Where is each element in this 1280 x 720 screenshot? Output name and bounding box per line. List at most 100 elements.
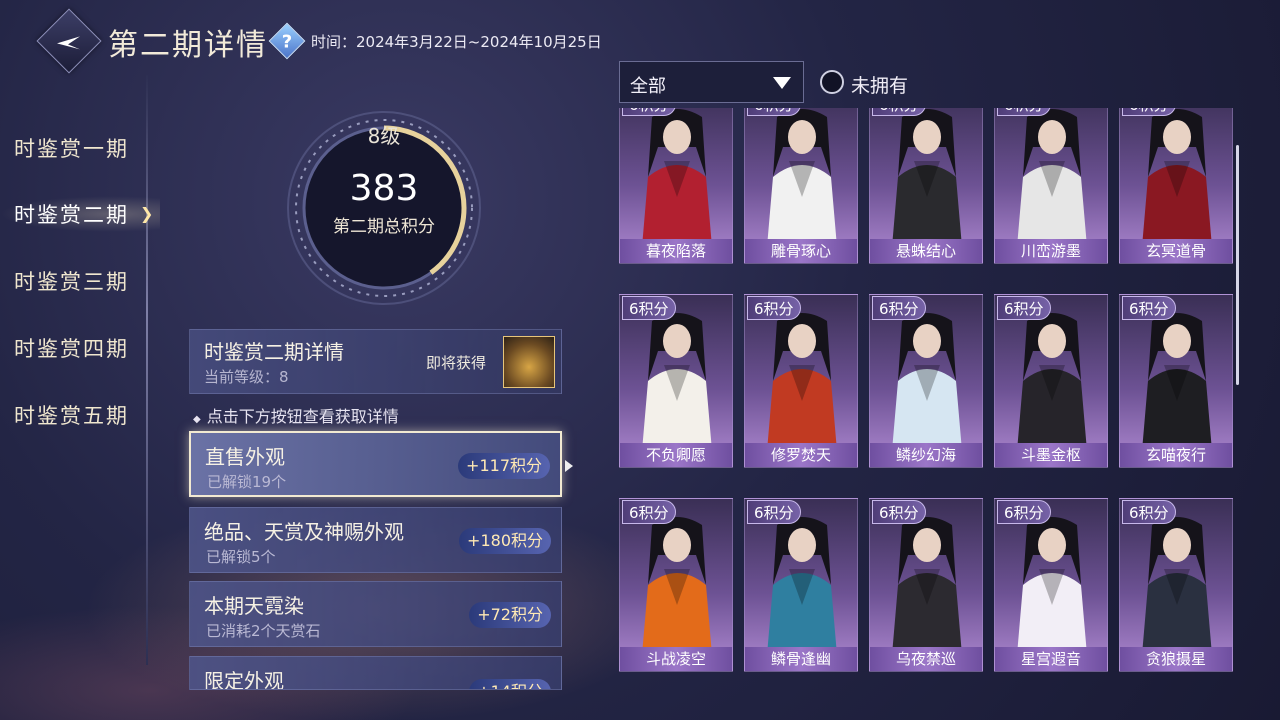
category-dropdown[interactable]: 全部 (619, 61, 804, 103)
upcoming-reward-item[interactable] (503, 336, 555, 388)
help-button[interactable]: ? (268, 22, 306, 60)
points-badge: 6积分 (997, 500, 1051, 524)
source-row-limited[interactable]: 限定外观 +14积分 (189, 656, 562, 690)
points-badge: 6积分 (747, 500, 801, 524)
outfit-card[interactable]: 6积分修罗焚天 (744, 294, 858, 468)
outfit-card[interactable]: 6积分不负卿愿 (619, 294, 733, 468)
row-points: +117积分 (458, 453, 550, 479)
total-score-label: 第二期总积分 (333, 217, 435, 237)
source-row-dye[interactable]: 本期天霓染 已消耗2个天赏石 +72积分 (189, 581, 562, 647)
points-badge: 6积分 (622, 108, 676, 116)
question-icon: ? (281, 31, 293, 53)
outfit-figure (767, 313, 837, 451)
outfit-card[interactable]: 6积分斗墨金枢 (994, 294, 1108, 468)
outfit-figure (892, 517, 962, 655)
back-button[interactable] (36, 8, 102, 74)
outfit-grid: 6积分暮夜陷落6积分雕骨琢心6积分悬蛛结心6积分川峦游墨6积分玄冥道骨6积分不负… (619, 108, 1239, 690)
row-title: 限定外观 (204, 669, 284, 690)
outfit-name: 暮夜陷落 (620, 239, 732, 263)
tab-divider (146, 75, 148, 665)
outfit-name: 乌夜禁巡 (870, 647, 982, 671)
tab-period-2[interactable]: 时鉴赏二期 (14, 199, 129, 229)
outfit-name: 贪狼摄星 (1120, 647, 1232, 671)
outfit-figure (1017, 109, 1087, 247)
page-title: 第二期详情 (108, 28, 268, 63)
outfit-figure (642, 517, 712, 655)
row-points: +72积分 (469, 602, 551, 628)
tab-period-3[interactable]: 时鉴赏三期 (14, 266, 129, 296)
event-period: 时间：2024年3月22日~2024年10月25日 (311, 33, 602, 51)
upcoming-reward-label: 即将获得 (426, 354, 487, 372)
outfit-figure (1017, 313, 1087, 451)
total-score: 383 (349, 168, 419, 209)
outfit-figure (767, 517, 837, 655)
outfit-figure (1142, 517, 1212, 655)
outfit-name: 鳞骨逢幽 (745, 647, 857, 671)
outfit-name: 鳞纱幻海 (870, 443, 982, 467)
outfit-name: 斗墨金枢 (995, 443, 1107, 467)
detail-title: 时鉴赏二期详情 (204, 340, 344, 364)
row-points: +14积分 (469, 679, 551, 689)
points-badge: 6积分 (1122, 108, 1176, 116)
outfit-card[interactable]: 6积分川峦游墨 (994, 108, 1108, 264)
grid-scrollbar[interactable] (1236, 145, 1239, 385)
not-owned-radio[interactable] (820, 70, 844, 94)
outfit-name: 星宫遐音 (995, 647, 1107, 671)
outfit-name: 玄冥道骨 (1120, 239, 1232, 263)
tab-period-1[interactable]: 时鉴赏一期 (14, 133, 129, 163)
outfit-figure (892, 313, 962, 451)
outfit-card[interactable]: 6积分悬蛛结心 (869, 108, 983, 264)
outfit-name: 不负卿愿 (620, 443, 732, 467)
points-badge: 6积分 (997, 296, 1051, 320)
outfit-name: 川峦游墨 (995, 239, 1107, 263)
tab-period-5[interactable]: 时鉴赏五期 (14, 400, 129, 430)
row-subtitle: 已解锁19个 (207, 473, 287, 491)
outfit-card[interactable]: 6积分雕骨琢心 (744, 108, 858, 264)
outfit-card[interactable]: 6积分斗战凌空 (619, 498, 733, 672)
hint-text: ◆ 点击下方按钮查看获取详情 (193, 407, 399, 426)
row-points: +180积分 (459, 528, 551, 554)
outfit-name: 修罗焚天 (745, 443, 857, 467)
points-badge: 6积分 (747, 108, 801, 116)
outfit-card[interactable]: 6积分玄冥道骨 (1119, 108, 1233, 264)
back-arrow-icon (57, 36, 80, 50)
chevron-down-icon (773, 77, 791, 89)
outfit-name: 雕骨琢心 (745, 239, 857, 263)
outfit-figure (1142, 313, 1212, 451)
outfit-name: 悬蛛结心 (870, 239, 982, 263)
outfit-figure (1017, 517, 1087, 655)
period-detail-panel[interactable]: 时鉴赏二期详情 当前等级：8 即将获得 (189, 329, 562, 394)
row-title: 绝品、天赏及神赐外观 (204, 520, 404, 544)
source-row-direct-sale[interactable]: 直售外观 已解锁19个 +117积分 (189, 431, 562, 497)
outfit-card[interactable]: 6积分暮夜陷落 (619, 108, 733, 264)
points-badge: 6积分 (997, 108, 1051, 116)
outfit-figure (642, 109, 712, 247)
outfit-card[interactable]: 6积分 玄喵夜行 (1119, 294, 1233, 468)
outfit-card[interactable]: 6积分 贪狼摄星 (1119, 498, 1233, 672)
diamond-bullet-icon: ◆ (193, 414, 201, 425)
outfit-name: 斗战凌空 (620, 647, 732, 671)
outfit-figure (642, 313, 712, 451)
points-badge: 6积分 (1122, 296, 1176, 320)
outfit-card[interactable]: 6积分鳞纱幻海 (869, 294, 983, 468)
points-badge: 6积分 (622, 296, 676, 320)
dropdown-value: 全部 (630, 76, 666, 97)
points-badge: 6积分 (747, 296, 801, 320)
points-badge: 6积分 (872, 108, 926, 116)
outfit-figure (892, 109, 962, 247)
tab-period-4[interactable]: 时鉴赏四期 (14, 333, 129, 363)
row-subtitle: 已解锁5个 (206, 548, 276, 566)
points-badge: 6积分 (872, 296, 926, 320)
current-level: 8级 (367, 124, 401, 148)
points-badge: 6积分 (622, 500, 676, 524)
not-owned-label[interactable]: 未拥有 (851, 71, 908, 98)
source-row-premium[interactable]: 绝品、天赏及神赐外观 已解锁5个 +180积分 (189, 507, 562, 573)
selected-row-arrow-icon (565, 460, 573, 472)
outfit-card[interactable]: 6积分乌夜禁巡 (869, 498, 983, 672)
points-badge: 6积分 (872, 500, 926, 524)
outfit-card[interactable]: 6积分鳞骨逢幽 (744, 498, 858, 672)
outfit-figure (767, 109, 837, 247)
row-title: 本期天霓染 (204, 594, 304, 618)
outfit-figure (1142, 109, 1212, 247)
outfit-card[interactable]: 6积分星宫遐音 (994, 498, 1108, 672)
